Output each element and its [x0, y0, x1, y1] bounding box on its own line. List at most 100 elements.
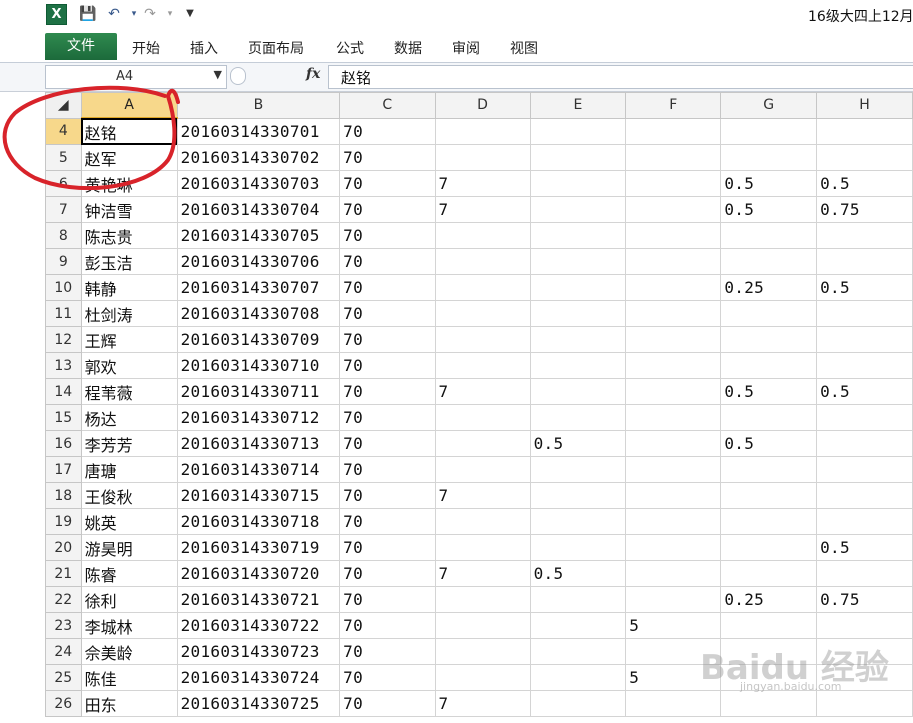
- cell-c[interactable]: 70: [339, 404, 436, 431]
- cell-c[interactable]: 70: [339, 560, 436, 587]
- customize-toolbar-icon[interactable]: ▼: [180, 4, 200, 24]
- cell-e[interactable]: [529, 300, 627, 327]
- cell-a[interactable]: 陈睿: [80, 560, 178, 587]
- cell-e[interactable]: [529, 352, 627, 379]
- column-header-h[interactable]: H: [816, 92, 913, 119]
- cell-h[interactable]: [816, 404, 913, 431]
- row-header[interactable]: 4: [45, 117, 82, 145]
- cell-h[interactable]: [816, 560, 913, 587]
- row-header[interactable]: 16: [45, 430, 82, 457]
- cell-e[interactable]: [529, 404, 627, 431]
- cell-f[interactable]: [625, 508, 722, 535]
- cell-f[interactable]: [625, 300, 722, 327]
- tab-file[interactable]: 文件: [45, 33, 117, 60]
- cell-g[interactable]: [720, 534, 818, 561]
- cell-a[interactable]: 唐瑭: [80, 456, 178, 483]
- cell-b[interactable]: 20160314330711: [176, 378, 341, 405]
- cell-b[interactable]: 20160314330723: [176, 638, 341, 665]
- row-header[interactable]: 20: [45, 534, 82, 561]
- tab-page-layout[interactable]: 页面布局: [248, 38, 304, 58]
- save-icon[interactable]: 💾: [78, 4, 98, 24]
- tab-review[interactable]: 审阅: [452, 38, 480, 58]
- cell-b[interactable]: 20160314330725: [176, 690, 341, 717]
- cell-g[interactable]: 0.5: [720, 378, 818, 405]
- cell-b[interactable]: 20160314330713: [176, 430, 341, 457]
- cell-f[interactable]: [625, 117, 722, 145]
- cell-e[interactable]: [529, 170, 627, 197]
- cell-c[interactable]: 70: [339, 690, 436, 717]
- cell-b[interactable]: 20160314330720: [176, 560, 341, 587]
- cell-e[interactable]: [529, 456, 627, 483]
- cell-a[interactable]: 钟洁雪: [80, 196, 178, 223]
- cell-d[interactable]: [434, 352, 531, 379]
- cell-b[interactable]: 20160314330715: [176, 482, 341, 509]
- cell-g[interactable]: [720, 482, 818, 509]
- row-header[interactable]: 8: [45, 222, 82, 249]
- cell-d[interactable]: [434, 612, 531, 639]
- row-header[interactable]: 18: [45, 482, 82, 509]
- cell-f[interactable]: [625, 534, 722, 561]
- row-header[interactable]: 26: [45, 690, 82, 717]
- row-header[interactable]: 23: [45, 612, 82, 639]
- cell-h[interactable]: 0.75: [816, 196, 913, 223]
- cell-d[interactable]: 7: [434, 170, 531, 197]
- cell-f[interactable]: [625, 248, 722, 275]
- cell-e[interactable]: [529, 326, 627, 353]
- row-header[interactable]: 12: [45, 326, 82, 353]
- cell-a[interactable]: 陈佳: [80, 664, 178, 691]
- cell-g[interactable]: [720, 404, 818, 431]
- cell-c[interactable]: 70: [339, 274, 436, 301]
- cell-b[interactable]: 20160314330705: [176, 222, 341, 249]
- cell-d[interactable]: 7: [434, 378, 531, 405]
- cell-d[interactable]: [434, 456, 531, 483]
- cell-h[interactable]: [816, 352, 913, 379]
- undo-icon[interactable]: ↶: [104, 4, 124, 24]
- cell-f[interactable]: [625, 222, 722, 249]
- formula-input[interactable]: 赵铭: [328, 65, 913, 89]
- cell-b[interactable]: 20160314330707: [176, 274, 341, 301]
- cell-d[interactable]: [434, 586, 531, 613]
- cell-d[interactable]: [434, 117, 531, 145]
- cell-c[interactable]: 70: [339, 430, 436, 457]
- cell-h[interactable]: 0.75: [816, 586, 913, 613]
- cell-g[interactable]: [720, 612, 818, 639]
- cell-c[interactable]: 70: [339, 638, 436, 665]
- cell-g[interactable]: 0.5: [720, 170, 818, 197]
- cell-f[interactable]: [625, 170, 722, 197]
- cell-d[interactable]: [434, 300, 531, 327]
- cell-b[interactable]: 20160314330712: [176, 404, 341, 431]
- cell-h[interactable]: [816, 482, 913, 509]
- cell-b[interactable]: 20160314330719: [176, 534, 341, 561]
- cell-d[interactable]: 7: [434, 196, 531, 223]
- cell-f[interactable]: [625, 326, 722, 353]
- cell-g[interactable]: [720, 117, 818, 145]
- row-header[interactable]: 14: [45, 378, 82, 405]
- cell-e[interactable]: [529, 482, 627, 509]
- cell-f[interactable]: [625, 430, 722, 457]
- cell-c[interactable]: 70: [339, 612, 436, 639]
- cell-d[interactable]: 7: [434, 560, 531, 587]
- cell-b[interactable]: 20160314330710: [176, 352, 341, 379]
- cell-e[interactable]: [529, 690, 627, 717]
- cell-a[interactable]: 游昊明: [80, 534, 178, 561]
- cell-g[interactable]: [720, 352, 818, 379]
- cell-c[interactable]: 70: [339, 664, 436, 691]
- cell-e[interactable]: 0.5: [529, 430, 627, 457]
- cell-h[interactable]: [816, 222, 913, 249]
- insert-function-icon[interactable]: fx: [306, 66, 320, 82]
- tab-insert[interactable]: 插入: [190, 38, 218, 58]
- cell-g[interactable]: [720, 560, 818, 587]
- cell-a[interactable]: 赵铭: [80, 117, 178, 145]
- row-header[interactable]: 11: [45, 300, 82, 327]
- cell-a[interactable]: 赵军: [80, 144, 178, 171]
- tab-data[interactable]: 数据: [394, 38, 422, 58]
- cell-c[interactable]: 70: [339, 456, 436, 483]
- cell-b[interactable]: 20160314330714: [176, 456, 341, 483]
- cell-h[interactable]: 0.5: [816, 378, 913, 405]
- cell-g[interactable]: [720, 456, 818, 483]
- cell-c[interactable]: 70: [339, 586, 436, 613]
- cell-g[interactable]: [720, 690, 818, 717]
- cell-c[interactable]: 70: [339, 170, 436, 197]
- cell-c[interactable]: 70: [339, 117, 436, 145]
- cell-b[interactable]: 20160314330722: [176, 612, 341, 639]
